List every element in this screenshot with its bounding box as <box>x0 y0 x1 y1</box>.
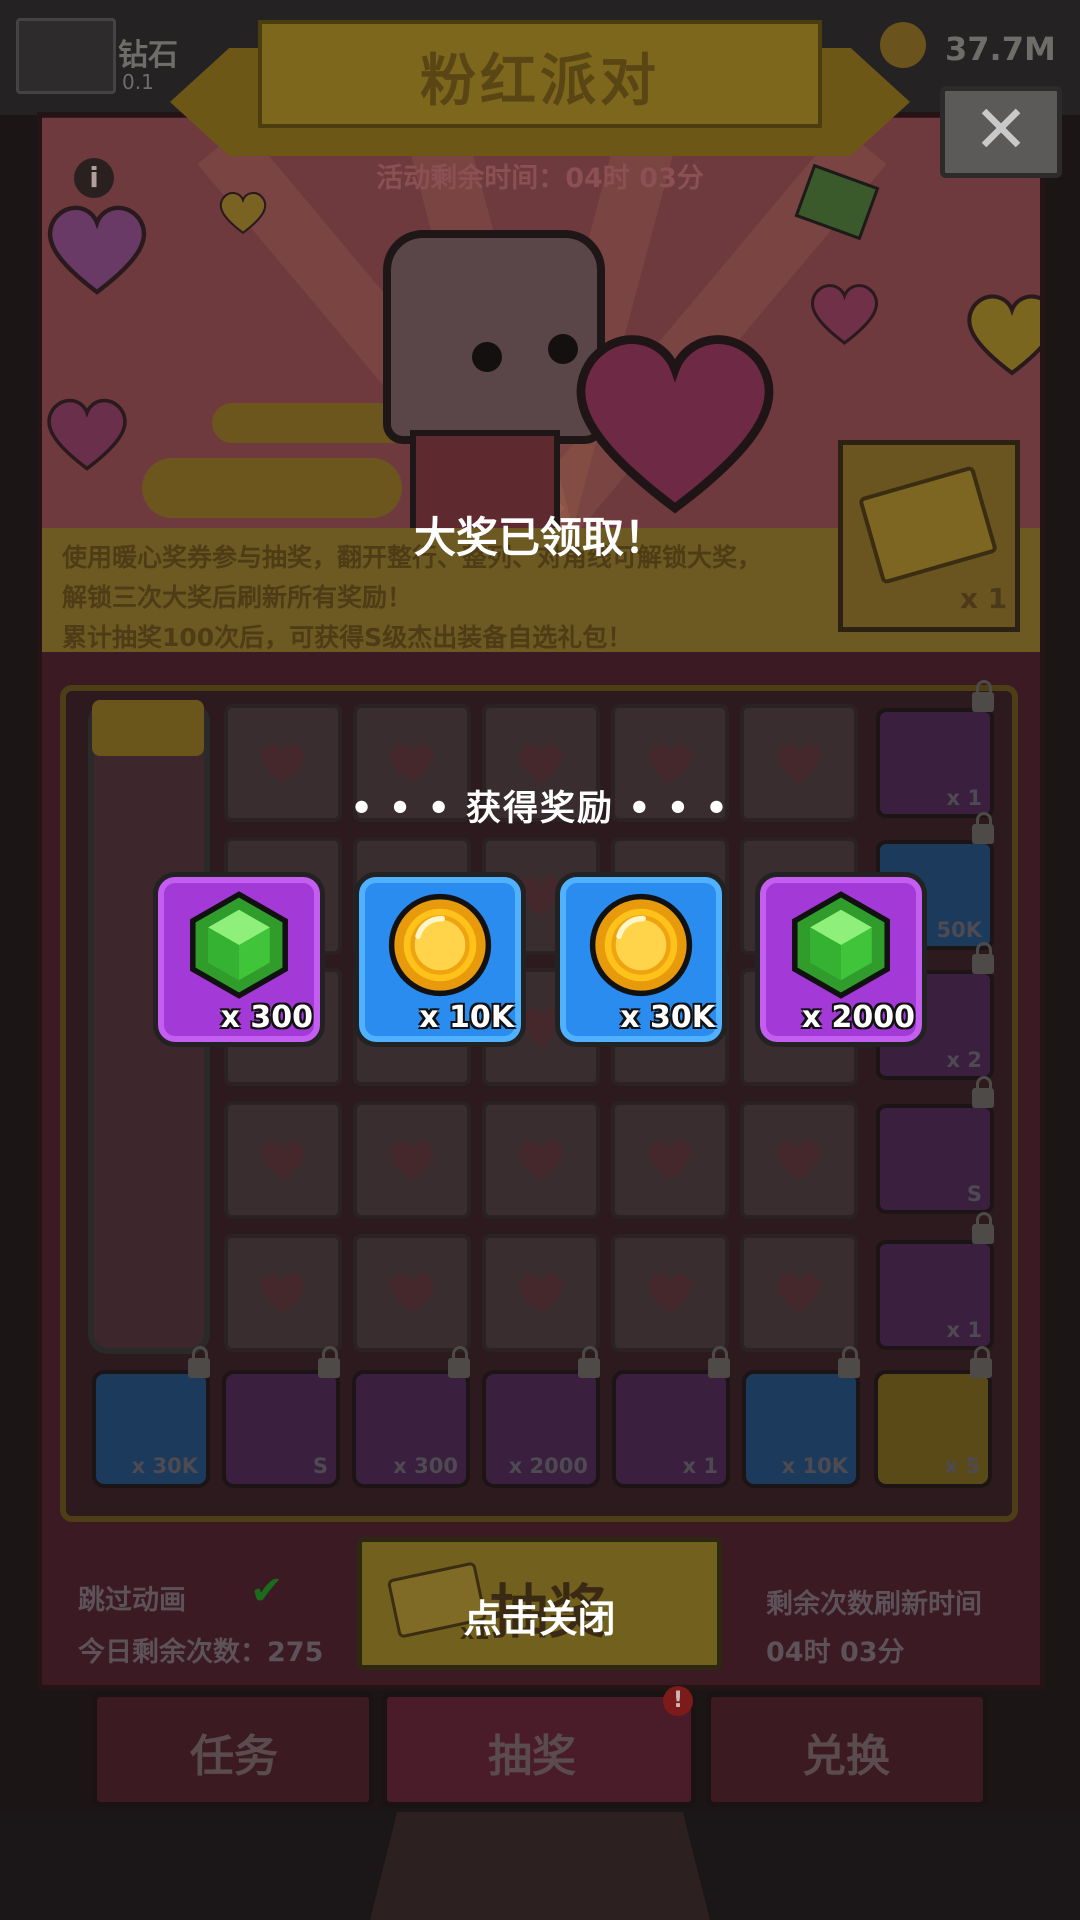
heart-decoration <box>219 192 267 235</box>
grid-cell[interactable] <box>482 1234 600 1352</box>
row-reward-s-rank-gear-icon: S <box>876 1104 994 1214</box>
heart-icon <box>261 744 305 783</box>
tap-to-close-hint[interactable]: 点击关闭 <box>357 1588 722 1643</box>
big-heart-icon <box>576 335 774 514</box>
reward-quantity: x 1 <box>946 1318 982 1342</box>
reward-quantity: x 2000 <box>801 1000 915 1035</box>
heart-icon <box>777 1141 821 1180</box>
green-gem-icon <box>792 891 890 999</box>
lock-icon <box>318 1346 340 1378</box>
description-line: 解锁三次大奖后刷新所有奖励！ <box>62 583 413 612</box>
lock-icon <box>838 1346 860 1378</box>
skip-animation-label: 跳过动画 <box>78 1585 186 1616</box>
lock-icon <box>448 1346 470 1378</box>
reward-quantity: x 30K <box>620 1000 715 1035</box>
green-gem-icon <box>190 891 288 999</box>
refresh-time-value: 04时 03分 <box>766 1637 905 1668</box>
heart-icon <box>390 744 434 783</box>
grid-cell[interactable] <box>353 1234 471 1352</box>
grid-cell[interactable] <box>611 1101 729 1219</box>
gold-coin-icon <box>388 893 492 997</box>
reward-quantity: x 10K <box>419 1000 514 1035</box>
grid-cell[interactable] <box>482 1101 600 1219</box>
reward-quantity: S <box>966 1182 982 1206</box>
lock-icon <box>578 1346 600 1378</box>
lock-icon <box>970 1346 992 1378</box>
coin-icon <box>880 22 926 68</box>
reward-quantity: x 2000 <box>508 1454 588 1478</box>
lock-icon <box>972 1076 994 1108</box>
grid-cell[interactable] <box>224 1101 342 1219</box>
heart-icon <box>519 1274 563 1313</box>
reward-quantity: S <box>312 1454 328 1478</box>
tab-draw-label[interactable]: 抽奖 <box>488 1720 576 1784</box>
player-avatar <box>16 18 116 94</box>
row-reward-gift-box-icon: x 1 <box>876 1240 994 1350</box>
reward-quantity: x 5 <box>944 1454 980 1478</box>
remaining-today: 今日剩余次数：275 <box>78 1637 324 1668</box>
skip-animation-checkbox[interactable]: ✔ <box>250 1568 284 1614</box>
heart-icon <box>648 1274 692 1313</box>
reward-quantity: x 300 <box>220 1000 313 1035</box>
column-reward-camera-chest-icon: x 1 <box>612 1370 730 1488</box>
lock-icon <box>708 1346 730 1378</box>
reward-quantity: x 1 <box>682 1454 718 1478</box>
column-reward-gem-icon: x 300 <box>352 1370 470 1488</box>
reward-quantity: x 10K <box>781 1454 848 1478</box>
heart-icon <box>519 1141 563 1180</box>
lock-icon <box>972 1212 994 1244</box>
gold-coin-icon <box>589 893 693 997</box>
coin-balance: 37.7M <box>945 30 1056 68</box>
description-line: 累计抽奖100次后，可获得S级杰出装备自选礼包！ <box>62 623 633 652</box>
heart-decoration <box>47 205 147 295</box>
grid-cell[interactable] <box>611 1234 729 1352</box>
lock-icon <box>188 1346 210 1378</box>
heart-icon <box>519 744 563 783</box>
tab-exchange-label[interactable]: 兑换 <box>802 1720 890 1784</box>
heart-icon <box>261 1274 305 1313</box>
reward-quantity: 50K <box>936 918 983 942</box>
heart-icon <box>648 1141 692 1180</box>
event-title: 粉红派对 <box>420 49 660 114</box>
reward-quantity: x 2 <box>946 1048 982 1072</box>
event-time-left: 活动剩余时间：04时 03分 <box>376 163 704 194</box>
jar-cap <box>92 700 204 756</box>
heart-icon <box>261 1141 305 1180</box>
grid-cell[interactable] <box>740 1101 858 1219</box>
ticket-count: x 1 <box>960 582 1008 615</box>
grand-prize-claimed-message: 大奖已领取！ <box>413 513 666 562</box>
column-reward-gift-chest-icon: x 5 <box>874 1370 992 1488</box>
tab-tasks-label[interactable]: 任务 <box>190 1720 278 1784</box>
reward-quantity: x 300 <box>393 1454 458 1478</box>
refresh-time-label: 剩余次数刷新时间 <box>766 1589 982 1620</box>
heart-decoration <box>967 294 1040 376</box>
heart-icon <box>390 1274 434 1313</box>
heart-icon <box>648 744 692 783</box>
heart-icon <box>777 744 821 783</box>
lock-icon <box>972 680 994 712</box>
character-eye <box>472 342 502 372</box>
grid-cell[interactable] <box>353 1101 471 1219</box>
heart-icon <box>390 1141 434 1180</box>
nav-center-button[interactable] <box>370 1812 710 1920</box>
heart-icon <box>777 1274 821 1313</box>
reward-heading: • • • 获得奖励 • • • <box>350 789 730 829</box>
column-reward-gem-icon: x 2000 <box>482 1370 600 1488</box>
reward-quantity: x 30K <box>131 1454 198 1478</box>
grid-cell[interactable] <box>224 1234 342 1352</box>
heart-decoration <box>811 284 878 345</box>
currency-value: 0.1 <box>122 70 154 94</box>
grid-cell[interactable] <box>740 1234 858 1352</box>
currency-label: 钻石 <box>118 38 178 73</box>
heart-decoration <box>47 398 127 471</box>
column-reward-coin-icon: x 30K <box>92 1370 210 1488</box>
column-reward-s-rank-gear-icon: S <box>222 1370 340 1488</box>
column-reward-coin-icon: x 10K <box>742 1370 860 1488</box>
lock-icon <box>972 942 994 974</box>
notification-badge: ! <box>663 1686 693 1716</box>
